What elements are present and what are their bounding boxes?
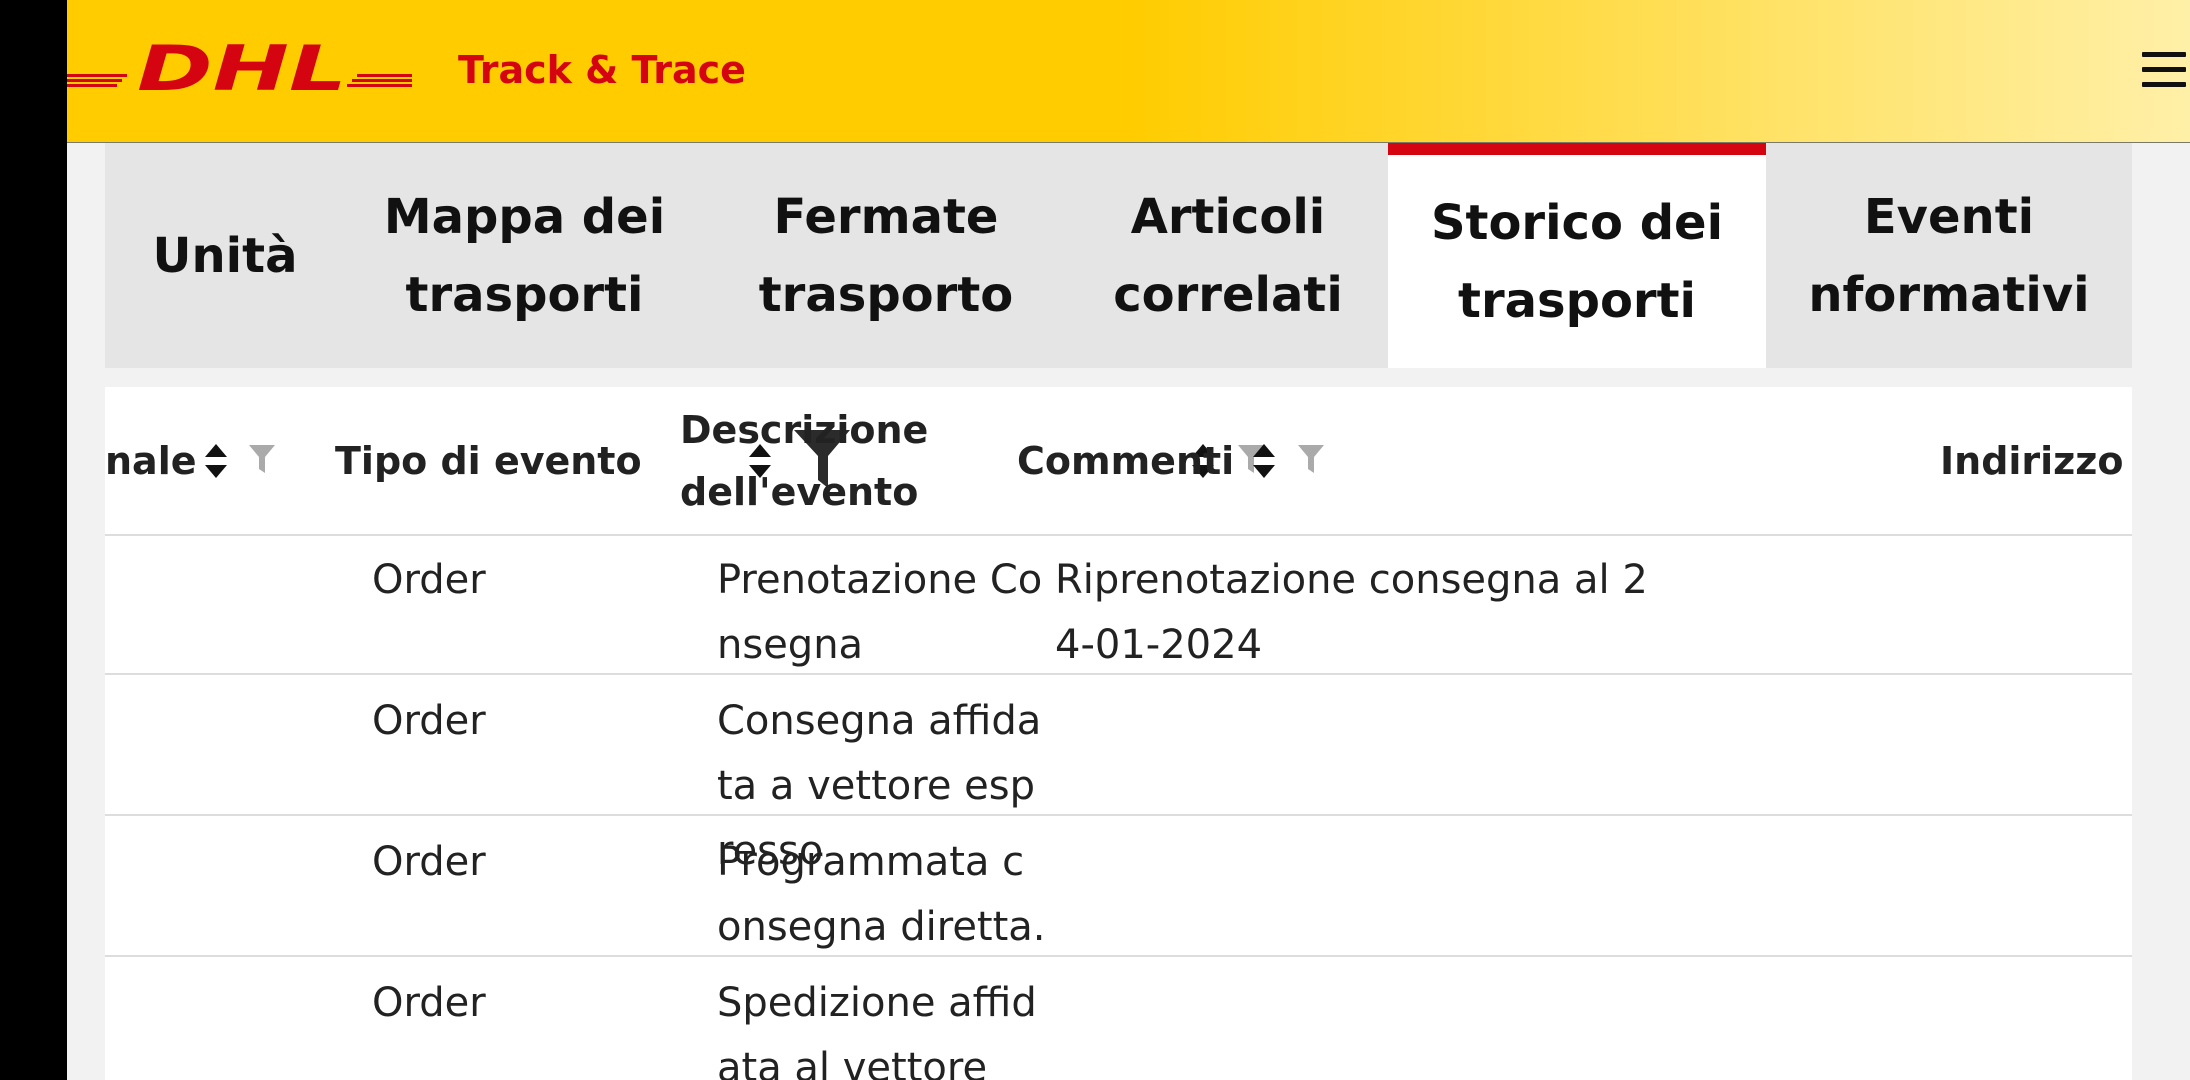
tab-mappa-trasporti[interactable]: Mappa dei trasporti [345, 143, 704, 368]
dhl-logo[interactable]: DHL [67, 38, 412, 98]
cell-event-type: Order [372, 557, 486, 603]
column-header-tipo-evento: Tipo di evento [335, 439, 642, 483]
tab-fermate-trasporto[interactable]: Fermate trasporto [704, 143, 1068, 368]
table-row[interactable]: Order Programmata consegna diretta. [105, 816, 2132, 957]
funnel-icon[interactable] [249, 445, 275, 473]
events-table: nale Tipo di evento Descrizione dell'eve… [105, 387, 2132, 1080]
table-row[interactable]: Order Prenotazione Consegna Riprenotazio… [105, 534, 2132, 675]
table-row[interactable]: Order Spedizione affidata al vettore [105, 957, 2132, 1080]
funnel-icon[interactable] [1298, 445, 1324, 473]
svg-text:DHL: DHL [137, 38, 347, 98]
cell-event-type: Order [372, 839, 486, 885]
sort-icon[interactable] [205, 444, 227, 478]
cell-event-description: Spedizione affidata al vettore [717, 980, 1037, 1080]
tab-bar: Unità Mappa dei trasporti Fermate traspo… [105, 143, 2132, 368]
column-header-partial: nale [105, 439, 197, 483]
hamburger-menu-icon[interactable] [2142, 52, 2186, 90]
column-header-commenti: Commenti [1017, 439, 1235, 483]
tab-eventi-informativi[interactable]: Eventi nformativi [1766, 143, 2132, 368]
cell-event-description: Prenotazione Consegna [717, 557, 1043, 668]
cell-event-description: Programmata consegna diretta. [717, 839, 1046, 950]
sort-icon[interactable] [1253, 444, 1275, 478]
header-title: Track & Trace [458, 48, 746, 92]
column-header-indirizzo: Indirizzo [1940, 439, 2124, 483]
cell-event-type: Order [372, 980, 486, 1026]
tab-storico-trasporti[interactable]: Storico dei trasporti [1388, 143, 1766, 368]
tab-articoli-correlati[interactable]: Articoli correlati [1068, 143, 1388, 368]
app-header: DHL Track & Trace [67, 0, 2190, 143]
app-root: DHL Track & Trace Unità Mappa dei traspo… [67, 0, 2190, 1080]
column-header-descrizione: Descrizione dell'evento [680, 408, 929, 514]
cell-event-type: Order [372, 698, 486, 744]
table-header: nale Tipo di evento Descrizione dell'eve… [105, 387, 2132, 536]
table-row[interactable]: Order Consegna affidata a vettore espres… [105, 675, 2132, 874]
cell-comment: Riprenotazione consegna al 24-01-2024 [1055, 557, 1648, 668]
tab-unita[interactable]: Unità [105, 143, 345, 368]
